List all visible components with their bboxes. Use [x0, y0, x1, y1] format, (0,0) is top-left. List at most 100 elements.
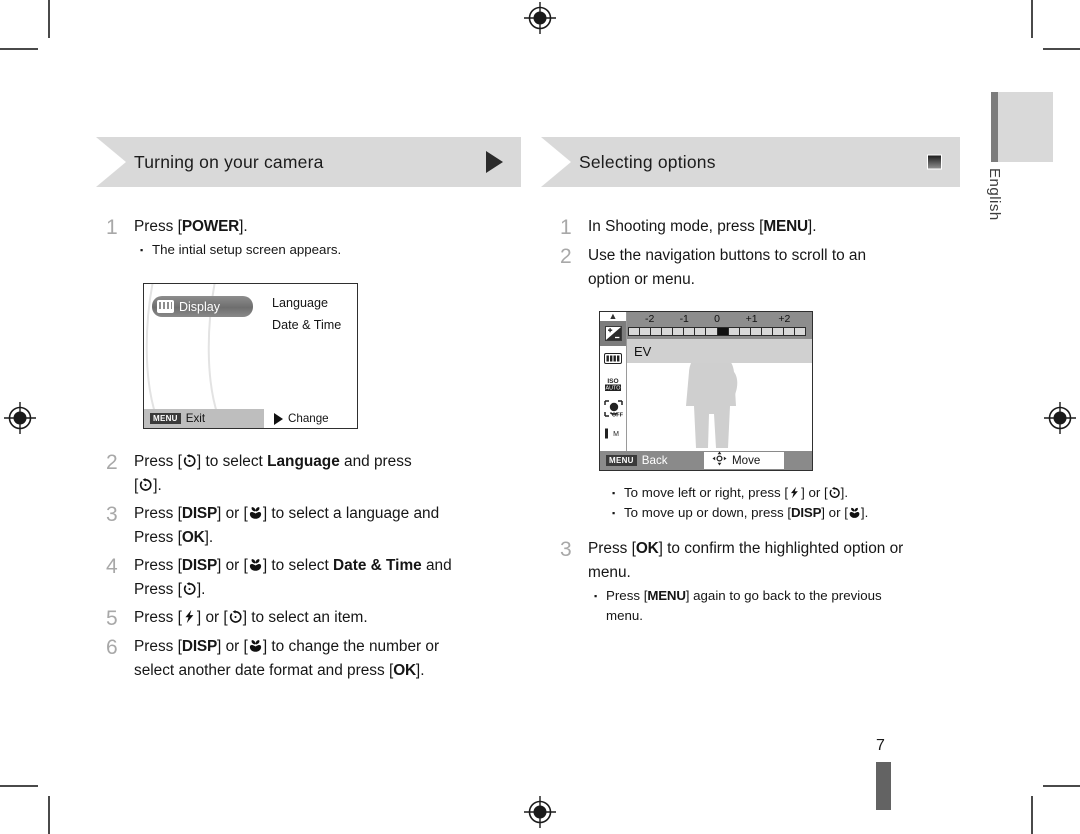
- white-balance-icon[interactable]: [600, 346, 626, 371]
- step-number: 1: [106, 216, 118, 239]
- word-press: Press: [134, 581, 174, 598]
- step-text: Press [DISP] or [] to change the number …: [134, 638, 440, 679]
- key-disp: DISP: [181, 557, 218, 574]
- step-number: 4: [106, 555, 118, 578]
- shooting-menu-icon-column: ▲ ISO AUTO OFF M: [600, 312, 627, 466]
- lcd-move-label: Move: [732, 454, 761, 467]
- key-power: POWER: [181, 218, 240, 235]
- step-text: Press [DISP] or [] to select Date & Time…: [134, 557, 452, 598]
- chevron-up-icon[interactable]: ▲: [600, 312, 626, 321]
- crop-mark-top-right-horizontal: [1043, 48, 1080, 50]
- ev-scale-marker: [717, 328, 729, 335]
- svg-text:OFF: OFF: [611, 412, 622, 417]
- ev-tick-label: -1: [679, 313, 689, 325]
- right-triangle-icon: [486, 151, 503, 173]
- ev-tick-label: +1: [745, 313, 758, 325]
- word-press: Press: [134, 609, 174, 626]
- self-timer-icon: [828, 486, 841, 499]
- key-disp: DISP: [791, 505, 822, 520]
- step-item: 2 Use the navigation buttons to scroll t…: [560, 244, 980, 292]
- step-item: 3 Press [DISP] or [] to select a languag…: [106, 502, 531, 550]
- step-text: Press [DISP] or [] to select a language …: [134, 505, 440, 546]
- self-timer-icon: [228, 609, 243, 624]
- lcd-change-label: Change: [288, 412, 329, 425]
- word-select-language: to select a language and: [271, 505, 440, 522]
- steps-right-continued: To move left or right, press [] or []. T…: [560, 482, 990, 630]
- lcd-setup-bottom-bar: MENU Exit Change: [144, 409, 357, 428]
- word-another-format: select another date format and press: [134, 662, 385, 679]
- display-menu-tab[interactable]: Display: [152, 296, 253, 317]
- ev-option-label: EV: [634, 343, 652, 359]
- ev-tick-label: -2: [644, 313, 655, 325]
- bullet-item: Press [MENU] again to go back to the pre…: [594, 586, 990, 626]
- section-title-left: Turning on your camera: [134, 151, 324, 172]
- word-confirm-line1: to confirm the highlighted option or: [667, 540, 904, 557]
- step-text: Press [] or [] to select an item.: [134, 609, 368, 626]
- step-text-press: Press: [134, 218, 174, 235]
- word-to-select: to select: [205, 453, 263, 470]
- menu-badge-icon: MENU: [150, 413, 181, 424]
- word-press: Press: [134, 453, 174, 470]
- image-quality-icon[interactable]: M: [600, 421, 626, 446]
- four-way-nav-icon: [712, 451, 727, 471]
- word-in-shooting-mode: In Shooting mode, press: [588, 218, 755, 235]
- macro-icon: [848, 506, 861, 519]
- page-number: 7: [876, 737, 885, 754]
- small-square-marker-icon: [927, 154, 942, 170]
- svg-text:ISO: ISO: [607, 378, 618, 385]
- word-press: Press: [134, 638, 174, 655]
- ev-tick-label: +2: [778, 313, 791, 325]
- banner-notch-left: [96, 137, 126, 187]
- menu-item-date-time[interactable]: Date & Time: [272, 314, 341, 336]
- registration-mark-top: [524, 2, 556, 34]
- steps-right: 1 In Shooting mode, press [MENU]. 2 Use …: [560, 215, 980, 296]
- word-press: Press: [588, 540, 628, 557]
- macro-icon: [248, 505, 263, 520]
- flash-icon: [182, 609, 197, 624]
- step-text: Press [POWER].: [134, 218, 248, 235]
- lcd-exit-label: Exit: [185, 412, 206, 425]
- step-text: Use the navigation buttons to scroll to …: [588, 244, 980, 292]
- word-change-number: to change the number or: [271, 638, 440, 655]
- lcd-back-label: Back: [641, 454, 668, 467]
- step-item: 1 In Shooting mode, press [MENU].: [560, 215, 980, 240]
- face-detection-off-icon[interactable]: OFF: [600, 396, 626, 421]
- emphasis-date-time: Date & Time: [333, 557, 422, 574]
- key-menu: MENU: [647, 588, 686, 603]
- key-disp: DISP: [181, 638, 218, 655]
- ev-scale-strip: -2 -1 0 +1 +2: [626, 312, 812, 339]
- emphasis-language: Language: [267, 453, 340, 470]
- self-timer-icon: [182, 453, 197, 468]
- self-timer-icon: [182, 581, 197, 596]
- bullet-text-line2: menu.: [606, 608, 643, 623]
- word-press: Press: [134, 557, 174, 574]
- step-number: 6: [106, 636, 118, 659]
- word-select-item: to select an item.: [251, 609, 368, 626]
- menu-item-language[interactable]: Language: [272, 292, 341, 314]
- crop-mark-bottom-right-horizontal: [1043, 785, 1080, 787]
- bullet-text-move-lr: To move left or right, press: [624, 485, 781, 500]
- lcd-move-group: Move: [704, 451, 784, 471]
- bullet-item: To move up or down, press [DISP] or [].: [612, 503, 990, 523]
- macro-icon: [248, 557, 263, 572]
- steps-left-continued: 2 Press [] to select Language and press …: [106, 450, 531, 687]
- self-timer-icon: [138, 477, 153, 492]
- steps-left: 1 Press [POWER]. The intial setup screen…: [106, 215, 526, 264]
- step-item: 5 Press [] or [] to select an item.: [106, 606, 531, 631]
- step-number: 3: [106, 503, 118, 526]
- ev-compensation-icon[interactable]: [600, 321, 626, 346]
- word-press: Press: [606, 588, 640, 603]
- word-press: Press: [134, 529, 174, 546]
- iso-auto-icon[interactable]: ISO AUTO: [600, 371, 626, 396]
- display-menu-tab-label: Display: [179, 299, 220, 314]
- ev-option-row[interactable]: EV: [626, 339, 812, 363]
- ev-scale-ticks[interactable]: [628, 327, 806, 336]
- crop-mark-bottom-right-vertical: [1031, 796, 1033, 834]
- step-number: 5: [106, 607, 118, 630]
- step-item: 2 Press [] to select Language and press …: [106, 450, 531, 498]
- language-tab-bar: [991, 92, 998, 162]
- bullet-item: To move left or right, press [] or [].: [612, 483, 990, 503]
- flash-icon: [788, 486, 801, 499]
- step-number: 2: [560, 245, 572, 268]
- monitor-icon: [157, 300, 174, 313]
